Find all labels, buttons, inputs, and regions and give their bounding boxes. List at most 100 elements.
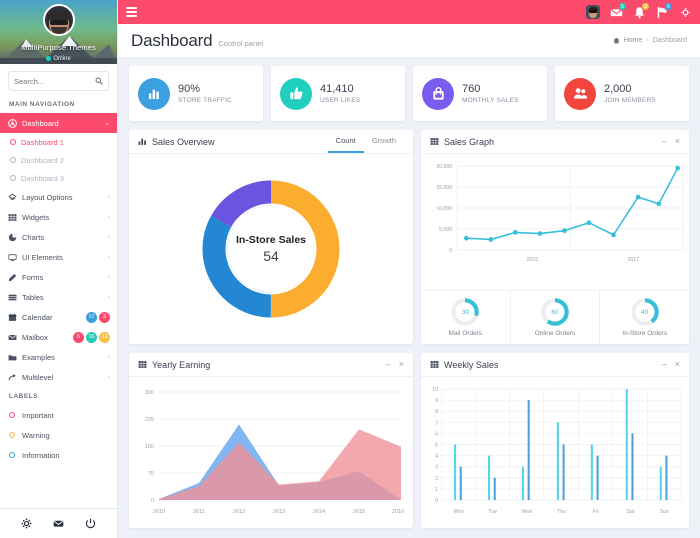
minimize-icon[interactable]: – — [386, 360, 391, 369]
envelope-icon[interactable] — [51, 517, 65, 531]
stat-text-group: 90% STORE TRAFFIC — [178, 83, 232, 105]
gear-icon[interactable] — [678, 5, 692, 19]
stat-card-join-members[interactable]: 2,000 JOIN MEMBERS — [555, 66, 689, 121]
sidebar-item-forms[interactable]: Forms ‹ — [0, 267, 117, 287]
tab-growth[interactable]: Growth — [364, 130, 404, 153]
share-icon — [7, 372, 17, 382]
close-icon[interactable]: × — [675, 360, 680, 369]
sidebar-profile-status: Online — [0, 55, 117, 62]
breadcrumb-home[interactable]: Home — [624, 37, 643, 44]
sidebar-subitem-dashboard-1[interactable]: Dashboard 1 — [0, 133, 117, 151]
sidebar-item-label: Dashboard — [22, 118, 59, 128]
flag-icon[interactable]: 6 — [655, 2, 673, 19]
sidebar-item-multilevel[interactable]: Multilevel ‹ — [0, 367, 117, 387]
gauge-mail-orders: 30 Mail Orders — [421, 291, 510, 344]
status-badge: 5 — [73, 331, 84, 343]
sidebar-item-label: Examples — [22, 352, 55, 362]
sidebar-item-charts[interactable]: Charts ‹ — [0, 227, 117, 247]
sidebar-item-important[interactable]: Important — [0, 405, 117, 425]
sidebar-profile: MultiPurpose Themes Online — [0, 0, 117, 64]
svg-text:225: 225 — [145, 417, 154, 423]
svg-text:2012: 2012 — [233, 509, 245, 515]
svg-text:300: 300 — [145, 390, 154, 396]
chevron-left-icon: ‹ — [107, 293, 110, 301]
svg-text:15,000: 15,000 — [436, 185, 452, 191]
gauge-label: Online Orders — [534, 330, 576, 337]
search-input[interactable] — [14, 76, 95, 86]
mail-icon — [7, 332, 17, 342]
tab-count[interactable]: Count — [327, 130, 364, 153]
sidebar-item-tables[interactable]: Tables ‹ — [0, 287, 117, 307]
stat-label: MONTHLY SALES — [462, 97, 519, 105]
stat-value: 90% — [178, 82, 201, 95]
close-icon[interactable]: × — [675, 137, 680, 146]
svg-text:2010: 2010 — [153, 509, 165, 515]
sidebar-item-warning[interactable]: Warning — [0, 425, 117, 445]
avatar[interactable] — [586, 5, 600, 19]
sidebar-subitem-dashboard-2[interactable]: Dashboard 2 — [0, 151, 117, 169]
page-title: Dashboard — [131, 30, 213, 50]
panel-title: Sales Overview — [152, 136, 215, 147]
svg-text:2015: 2015 — [353, 509, 365, 515]
gear-icon[interactable] — [19, 517, 33, 531]
panel-header: Weekly Sales – × — [421, 353, 689, 377]
circle-icon — [7, 430, 17, 440]
dashboard-app: MultiPurpose Themes Online MAIN NAVIGATI… — [0, 0, 700, 538]
sidebar-item-widgets[interactable]: Widgets ‹ — [0, 207, 117, 227]
svg-text:4: 4 — [435, 453, 438, 459]
sidebar-item-examples[interactable]: Examples ‹ — [0, 347, 117, 367]
sidebar-item-layout-options[interactable]: Layout Options ‹ — [0, 187, 117, 207]
sidebar-item-calendar[interactable]: Calendar 17 3 — [0, 307, 117, 327]
gauge-ring: 60 — [540, 297, 570, 327]
online-dot-icon — [46, 55, 52, 61]
sidebar-item-mailbox[interactable]: Mailbox 5 16 12 — [0, 327, 117, 347]
sidebar-item-ui-elements[interactable]: UI Elements ‹ — [0, 247, 117, 267]
svg-text:75: 75 — [148, 471, 154, 477]
panel-title-group: Yearly Earning — [138, 360, 210, 370]
svg-text:0: 0 — [151, 498, 154, 504]
envelope-icon[interactable]: 5 — [609, 2, 627, 19]
home-icon — [613, 37, 620, 44]
power-icon[interactable] — [84, 517, 98, 531]
svg-text:20,000: 20,000 — [436, 164, 452, 170]
svg-text:6: 6 — [435, 431, 438, 437]
panel-title-group: Weekly Sales — [430, 360, 498, 370]
monitor-icon — [7, 252, 17, 262]
svg-text:2016: 2016 — [392, 509, 404, 515]
panel-tabs: Count Growth — [327, 130, 404, 153]
chevron-left-icon: ‹ — [107, 353, 110, 361]
panel-header: Yearly Earning – × — [129, 353, 413, 377]
stat-card-store-traffic[interactable]: 90% STORE TRAFFIC — [129, 66, 263, 121]
calendar-icon — [7, 312, 17, 322]
chevron-left-icon: ‹ — [107, 213, 110, 221]
search-box[interactable] — [8, 71, 109, 91]
sidebar-item-label: Information — [22, 450, 60, 460]
svg-text:0: 0 — [435, 498, 438, 504]
sidebar-nav: Dashboard ⌄ Dashboard 1 Dashboard 2 Dash… — [0, 113, 117, 508]
sidebar-subitem-dashboard-3[interactable]: Dashboard 3 — [0, 169, 117, 187]
sidebar-item-label: Calendar — [22, 312, 53, 322]
bell-icon[interactable]: 3 — [632, 2, 650, 19]
yearly-area-chart: 300 225 150 75 0 2010 2011 2012 2013 201… — [145, 390, 404, 515]
svg-text:Tue: Tue — [488, 509, 497, 515]
sidebar-item-label: Important — [22, 410, 54, 420]
search-icon[interactable] — [95, 77, 103, 85]
stat-card-monthly-sales[interactable]: 760 MONTHLY SALES — [413, 66, 547, 121]
breadcrumb-separator: › — [646, 37, 649, 44]
minimize-icon[interactable]: – — [662, 360, 667, 369]
status-badge: 17 — [86, 311, 97, 323]
hamburger-icon[interactable] — [126, 7, 137, 17]
sidebar-item-information[interactable]: Information — [0, 445, 117, 465]
sidebar-item-dashboard[interactable]: Dashboard ⌄ — [0, 113, 117, 133]
svg-text:5,000: 5,000 — [439, 227, 452, 233]
gauge-value: 30 — [461, 308, 469, 316]
stat-card-user-likes[interactable]: 41,410 USER LIKES — [271, 66, 405, 121]
edit-icon — [7, 272, 17, 282]
sidebar-subitem-label: Dashboard 3 — [21, 173, 64, 183]
status-badge: 16 — [86, 331, 97, 343]
minimize-icon[interactable]: – — [662, 137, 667, 146]
stat-text-group: 2,000 JOIN MEMBERS — [604, 83, 656, 105]
sidebar-item-label: Charts — [22, 232, 45, 242]
close-icon[interactable]: × — [399, 360, 404, 369]
sidebar-item-label: Multilevel — [22, 372, 54, 382]
